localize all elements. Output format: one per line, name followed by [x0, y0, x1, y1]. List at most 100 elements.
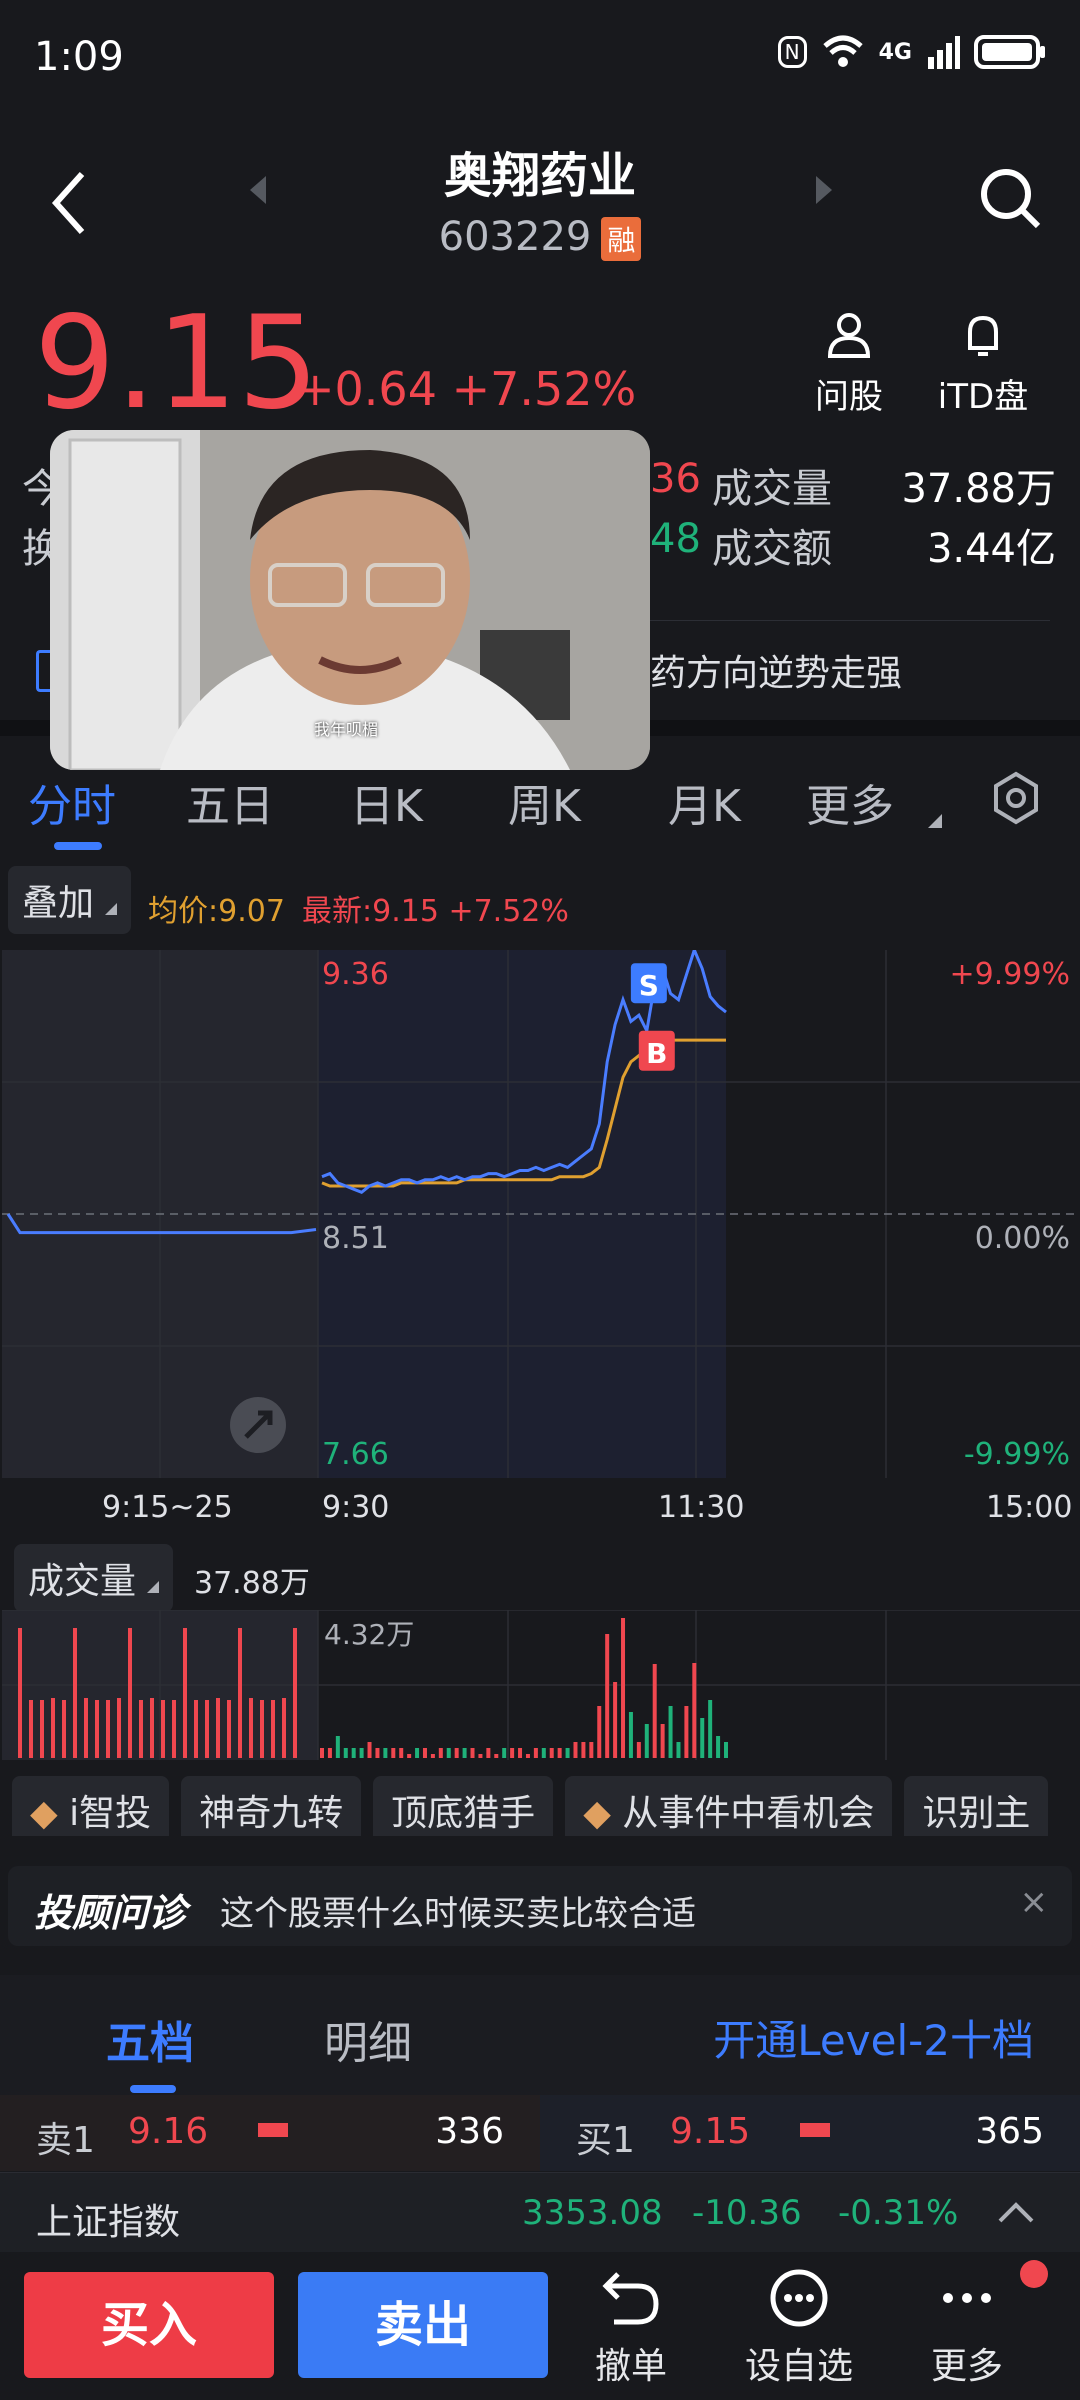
tool-ai-invest[interactable]: ◆ i智投	[12, 1776, 170, 1836]
volume-bar	[367, 1742, 372, 1758]
floating-video[interactable]: 我年呗楣	[50, 430, 650, 770]
index-change: -10.36	[692, 2193, 802, 2233]
tool-identify-label: 识别主	[922, 1793, 1031, 1834]
y-label-top-pct: +9.99%	[950, 957, 1070, 992]
stock-code-row: 603229 融	[0, 214, 1080, 261]
add-watchlist-button[interactable]: 设自选	[734, 2268, 864, 2389]
stat-partial-2: 48	[650, 516, 701, 562]
stock-code: 603229	[438, 214, 592, 260]
overlay-label: 叠加	[22, 883, 95, 924]
sell-button[interactable]: 卖出	[298, 2272, 548, 2378]
undo-icon	[602, 2272, 659, 2325]
sell-1-volume: 336	[435, 2111, 504, 2152]
buy-1-price: 9.15	[670, 2111, 751, 2152]
intraday-chart[interactable]: 9.36 8.51 7.66 +9.99% 0.00% -9.99% SBS	[0, 950, 1080, 1478]
stat-partial-1: 36	[650, 456, 701, 502]
volume-bar	[644, 1724, 649, 1758]
volume-bar-pre	[183, 1628, 187, 1758]
tool-ai-invest-label: i智投	[69, 1793, 152, 1834]
change-percent: +7.52%	[451, 362, 637, 416]
volume-bar	[557, 1748, 562, 1758]
action-bar: 买入 卖出 撤单 设自选 更多	[0, 2252, 1080, 2400]
tool-identify[interactable]: 识别主	[904, 1776, 1049, 1836]
level2-upgrade-link[interactable]: 开通Level-2十档	[713, 2007, 1034, 2068]
tab-monthly-k[interactable]: 月K	[668, 770, 741, 834]
volume-bar	[716, 1736, 721, 1758]
volume-bar-pre	[73, 1628, 77, 1758]
volume-bar	[581, 1742, 586, 1758]
volume-bar	[724, 1742, 728, 1758]
volume-bar-pre	[18, 1628, 22, 1758]
buy-1-volume: 365	[975, 2111, 1044, 2152]
network-type: 4G	[878, 39, 912, 65]
trade-mark-s[interactable]: S	[630, 963, 667, 1004]
tab-weekly-k[interactable]: 周K	[508, 770, 581, 834]
volume-chart[interactable]: 4.32万	[0, 1610, 1080, 1760]
trade-mark-b[interactable]: B	[638, 1030, 675, 1071]
volume-bar	[621, 1618, 626, 1758]
volume-bar	[327, 1748, 332, 1758]
dropdown-corner-icon	[105, 903, 118, 915]
tab-more[interactable]: 更多	[806, 770, 894, 834]
y-label-mid-pct: 0.00%	[975, 1221, 1070, 1256]
cancel-order-label: 撤单	[594, 2346, 667, 2387]
tab-daily-k[interactable]: 日K	[350, 770, 423, 834]
search-icon[interactable]	[978, 166, 1042, 230]
volume-bar	[541, 1748, 546, 1758]
volume-bar	[399, 1748, 404, 1758]
watch-board-button[interactable]: iTD盘	[928, 310, 1038, 418]
volume-bar-pre	[40, 1700, 44, 1758]
order-tab-indicator	[130, 2085, 176, 2093]
ask-stock-button[interactable]: 问股	[794, 310, 904, 418]
volume-bar	[684, 1706, 689, 1758]
x-label-close: 15:00	[986, 1490, 1073, 1525]
fullscreen-icon[interactable]	[230, 1397, 286, 1453]
tab-five-levels[interactable]: 五档	[106, 2007, 194, 2071]
more-dots-icon	[943, 2293, 991, 2303]
news-ticker[interactable]: 药方向逆势走强	[650, 644, 902, 696]
tool-nine-turn[interactable]: 神奇九转	[181, 1776, 362, 1836]
tab-five-day[interactable]: 五日	[186, 770, 274, 834]
x-label-midday: 11:30	[658, 1490, 745, 1525]
cancel-order-button[interactable]: 撤单	[566, 2268, 696, 2389]
volume-bar	[454, 1748, 459, 1758]
x-label-open: 9:30	[322, 1490, 390, 1525]
battery-icon	[974, 35, 1045, 69]
status-bar: 1:09 N 4G	[0, 0, 1080, 116]
advisor-bar[interactable]: 投顾问诊 这个股票什么时候买卖比较合适 ×	[8, 1866, 1072, 1946]
price-change: +0.64 +7.52%	[296, 362, 636, 416]
volume-bar	[565, 1748, 570, 1758]
user-icon	[827, 313, 871, 358]
chevron-up-icon[interactable]	[996, 2197, 1036, 2227]
volume-bar	[660, 1724, 665, 1758]
close-icon[interactable]: ×	[1020, 1882, 1049, 1922]
stock-header: 奥翔药业 603229 融	[0, 116, 1080, 286]
buy-button[interactable]: 买入	[24, 2272, 274, 2378]
tab-intraday[interactable]: 分时	[28, 770, 116, 834]
next-stock-arrow[interactable]	[816, 176, 832, 204]
tool-top-bottom[interactable]: 顶底猎手	[373, 1776, 554, 1836]
volume-bar	[605, 1634, 610, 1758]
chart-settings-icon[interactable]	[988, 770, 1044, 826]
more-button[interactable]: 更多	[902, 2268, 1032, 2389]
overlay-select[interactable]: 叠加	[8, 866, 132, 934]
volume-bar	[407, 1754, 412, 1758]
index-name: 上证指数	[36, 2202, 181, 2243]
volume-bar	[478, 1754, 483, 1758]
volume-bar	[676, 1742, 681, 1758]
signal-icon	[928, 36, 960, 69]
volume-select[interactable]: 成交量	[14, 1544, 174, 1612]
volume-bar-pre	[194, 1700, 198, 1758]
volume-bar	[494, 1754, 499, 1758]
volume-bar	[692, 1663, 697, 1758]
bell-icon	[968, 315, 998, 356]
order-book-row: 卖1 9.16 336 买1 9.15 365	[0, 2095, 1080, 2171]
tool-event-opportunity[interactable]: ◆ 从事件中看机会	[565, 1776, 893, 1836]
x-label-preopen: 9:15~25	[102, 1490, 233, 1525]
index-ticker[interactable]: 上证指数 3353.08 -10.36 -0.31%	[0, 2172, 1080, 2253]
tab-details[interactable]: 明细	[324, 2007, 412, 2071]
volume-bar	[589, 1742, 594, 1758]
volume-bar	[383, 1748, 388, 1758]
volume-bar	[375, 1748, 380, 1758]
volume-bar-pre	[238, 1628, 242, 1758]
